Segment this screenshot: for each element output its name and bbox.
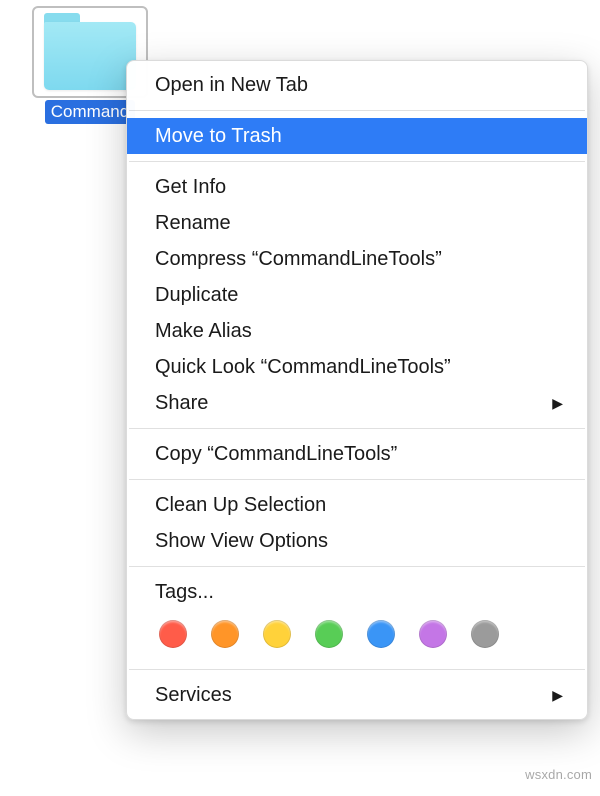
menu-item-show-view-options[interactable]: Show View Options: [127, 523, 587, 559]
chevron-right-icon: ▶: [552, 389, 563, 417]
menu-item-get-info[interactable]: Get Info: [127, 169, 587, 205]
tag-dot-green[interactable]: [315, 620, 343, 648]
menu-item-make-alias[interactable]: Make Alias: [127, 313, 587, 349]
tags-color-row: [127, 610, 587, 662]
menu-item-clean-up-selection[interactable]: Clean Up Selection: [127, 487, 587, 523]
tag-dot-purple[interactable]: [419, 620, 447, 648]
menu-item-label: Share: [155, 389, 208, 417]
menu-item-label: Quick Look “CommandLineTools”: [155, 353, 451, 381]
menu-item-move-to-trash[interactable]: Move to Trash: [127, 118, 587, 154]
tag-dot-gray[interactable]: [471, 620, 499, 648]
menu-item-open-in-new-tab[interactable]: Open in New Tab: [127, 67, 587, 103]
menu-item-label: Rename: [155, 209, 231, 237]
menu-item-label: Clean Up Selection: [155, 491, 326, 519]
menu-item-label: Move to Trash: [155, 122, 282, 150]
menu-separator: [129, 566, 585, 567]
menu-item-label: Open in New Tab: [155, 71, 308, 99]
menu-item-label: Copy “CommandLineTools”: [155, 440, 397, 468]
menu-item-compress[interactable]: Compress “CommandLineTools”: [127, 241, 587, 277]
menu-item-label: Show View Options: [155, 527, 328, 555]
menu-item-label: Tags...: [155, 578, 214, 606]
menu-item-rename[interactable]: Rename: [127, 205, 587, 241]
menu-item-tags[interactable]: Tags...: [127, 574, 587, 610]
watermark-text: wsxdn.com: [525, 767, 592, 782]
menu-item-label: Duplicate: [155, 281, 238, 309]
context-menu: Open in New Tab Move to Trash Get Info R…: [126, 60, 588, 720]
menu-separator: [129, 428, 585, 429]
chevron-right-icon: ▶: [552, 681, 563, 709]
menu-item-quick-look[interactable]: Quick Look “CommandLineTools”: [127, 349, 587, 385]
tag-dot-orange[interactable]: [211, 620, 239, 648]
menu-separator: [129, 669, 585, 670]
tag-dot-red[interactable]: [159, 620, 187, 648]
menu-item-share[interactable]: Share ▶: [127, 385, 587, 421]
menu-item-label: Make Alias: [155, 317, 252, 345]
menu-item-label: Get Info: [155, 173, 226, 201]
folder-icon: [40, 12, 140, 92]
menu-item-label: Compress “CommandLineTools”: [155, 245, 442, 273]
menu-item-services[interactable]: Services ▶: [127, 677, 587, 713]
menu-item-duplicate[interactable]: Duplicate: [127, 277, 587, 313]
folder-label: Command: [45, 100, 135, 124]
menu-item-copy[interactable]: Copy “CommandLineTools”: [127, 436, 587, 472]
menu-separator: [129, 161, 585, 162]
menu-separator: [129, 479, 585, 480]
menu-item-label: Services: [155, 681, 232, 709]
menu-separator: [129, 110, 585, 111]
tag-dot-yellow[interactable]: [263, 620, 291, 648]
tag-dot-blue[interactable]: [367, 620, 395, 648]
